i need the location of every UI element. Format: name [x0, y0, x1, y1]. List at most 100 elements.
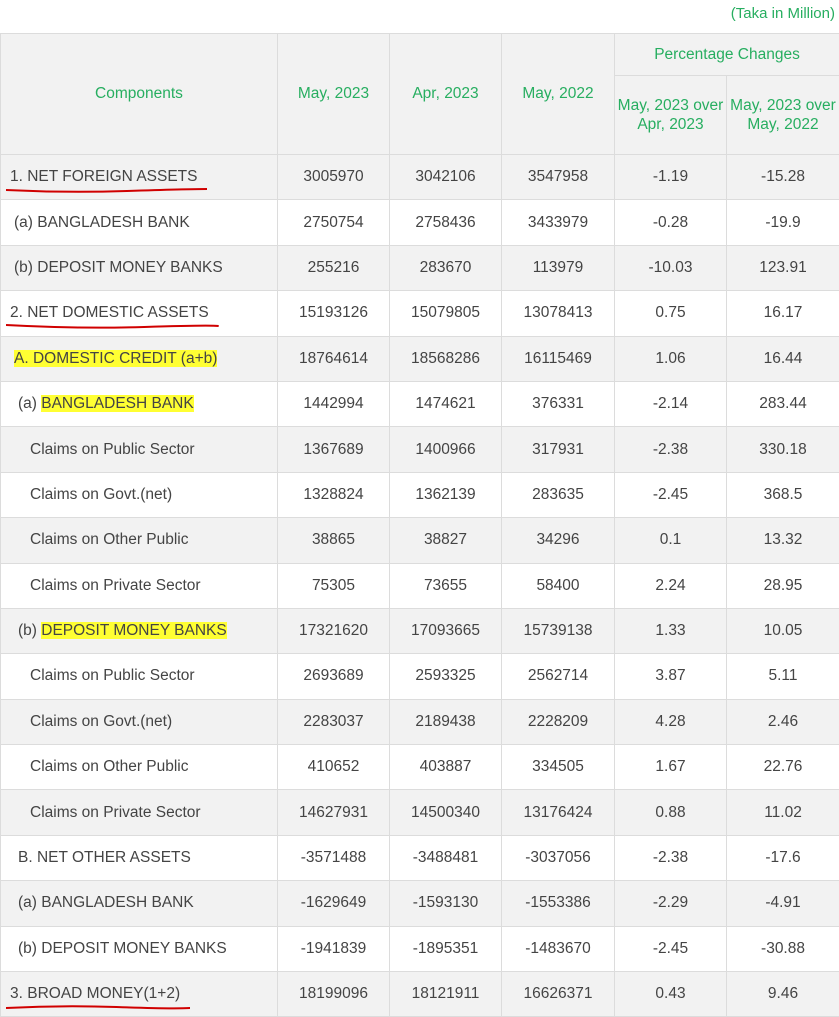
- cell-pct-2: 16.44: [727, 336, 839, 381]
- header-may-2023: May, 2023: [278, 34, 390, 155]
- row-label: Claims on Private Sector: [1, 563, 278, 608]
- cell-pct-1: 0.75: [615, 291, 727, 336]
- row-label: (a) BANGLADESH BANK: [1, 881, 278, 926]
- table-row: Claims on Other Public 38865 38827 34296…: [1, 518, 839, 563]
- cell-apr-2023: 38827: [390, 518, 502, 563]
- cell-apr-2023: 17093665: [390, 608, 502, 653]
- table-row: Claims on Private Sector 14627931 145003…: [1, 790, 839, 835]
- cell-apr-2023: 18568286: [390, 336, 502, 381]
- table-row: Claims on Public Sector 2693689 2593325 …: [1, 654, 839, 699]
- cell-pct-2: 13.32: [727, 518, 839, 563]
- cell-pct-2: 28.95: [727, 563, 839, 608]
- cell-pct-1: 3.87: [615, 654, 727, 699]
- row-label: Claims on Govt.(net): [1, 472, 278, 517]
- cell-may-2022: 376331: [502, 381, 615, 426]
- cell-pct-1: -2.14: [615, 381, 727, 426]
- cell-pct-2: 330.18: [727, 427, 839, 472]
- cell-apr-2023: 1362139: [390, 472, 502, 517]
- cell-may-2023: 14627931: [278, 790, 390, 835]
- cell-may-2022: 2228209: [502, 699, 615, 744]
- row-label: 3. BROAD MONEY(1+2): [1, 972, 278, 1017]
- highlighted-label: A. DOMESTIC CREDIT (a+b): [14, 350, 217, 367]
- table-row: Claims on Public Sector 1367689 1400966 …: [1, 427, 839, 472]
- cell-may-2022: 317931: [502, 427, 615, 472]
- cell-may-2022: 16115469: [502, 336, 615, 381]
- cell-may-2023: -1941839: [278, 926, 390, 971]
- table-row: Claims on Other Public 410652 403887 334…: [1, 745, 839, 790]
- cell-may-2023: 1328824: [278, 472, 390, 517]
- row-label: Claims on Govt.(net): [1, 699, 278, 744]
- table-row: Claims on Private Sector 75305 73655 584…: [1, 563, 839, 608]
- cell-pct-1: -2.45: [615, 926, 727, 971]
- cell-pct-2: -30.88: [727, 926, 839, 971]
- cell-may-2022: -1553386: [502, 881, 615, 926]
- cell-pct-1: -2.38: [615, 835, 727, 880]
- header-may-2022: May, 2022: [502, 34, 615, 155]
- cell-may-2023: 410652: [278, 745, 390, 790]
- cell-may-2022: 34296: [502, 518, 615, 563]
- cell-pct-1: 0.43: [615, 972, 727, 1017]
- cell-pct-1: 0.88: [615, 790, 727, 835]
- table-row: (a) BANGLADESH BANK -1629649 -1593130 -1…: [1, 881, 839, 926]
- table-row: Claims on Govt.(net) 2283037 2189438 222…: [1, 699, 839, 744]
- table-row: A. DOMESTIC CREDIT (a+b) 18764614 185682…: [1, 336, 839, 381]
- cell-may-2022: 113979: [502, 245, 615, 290]
- cell-apr-2023: 2758436: [390, 200, 502, 245]
- table-row: B. NET OTHER ASSETS -3571488 -3488481 -3…: [1, 835, 839, 880]
- table-row: 2. NET DOMESTIC ASSETS 15193126 15079805…: [1, 291, 839, 336]
- cell-pct-2: -4.91: [727, 881, 839, 926]
- cell-may-2022: -1483670: [502, 926, 615, 971]
- row-label: Claims on Other Public: [1, 745, 278, 790]
- header-pct-over-may: May, 2023 over May, 2022: [727, 76, 839, 155]
- header-components: Components: [1, 34, 278, 155]
- cell-may-2023: 75305: [278, 563, 390, 608]
- cell-pct-2: 283.44: [727, 381, 839, 426]
- cell-may-2023: 17321620: [278, 608, 390, 653]
- cell-pct-1: 1.67: [615, 745, 727, 790]
- cell-pct-2: 368.5: [727, 472, 839, 517]
- cell-apr-2023: 1400966: [390, 427, 502, 472]
- row-label: (a) BANGLADESH BANK: [1, 381, 278, 426]
- cell-may-2023: 2693689: [278, 654, 390, 699]
- cell-may-2023: 2750754: [278, 200, 390, 245]
- cell-pct-2: 11.02: [727, 790, 839, 835]
- row-label: (b) DEPOSIT MONEY BANKS: [1, 608, 278, 653]
- table-row: 3. BROAD MONEY(1+2) 18199096 18121911 16…: [1, 972, 839, 1017]
- cell-apr-2023: 1474621: [390, 381, 502, 426]
- cell-may-2022: 2562714: [502, 654, 615, 699]
- cell-may-2023: 15193126: [278, 291, 390, 336]
- cell-may-2023: 38865: [278, 518, 390, 563]
- cell-pct-1: -2.45: [615, 472, 727, 517]
- cell-pct-2: 5.11: [727, 654, 839, 699]
- row-label: Claims on Public Sector: [1, 427, 278, 472]
- row-label: Claims on Public Sector: [1, 654, 278, 699]
- cell-may-2023: -1629649: [278, 881, 390, 926]
- cell-may-2022: 13176424: [502, 790, 615, 835]
- cell-may-2022: -3037056: [502, 835, 615, 880]
- cell-may-2023: 1442994: [278, 381, 390, 426]
- row-label: Claims on Private Sector: [1, 790, 278, 835]
- cell-may-2023: 255216: [278, 245, 390, 290]
- table-row: (b) DEPOSIT MONEY BANKS 255216 283670 11…: [1, 245, 839, 290]
- cell-pct-1: -2.29: [615, 881, 727, 926]
- cell-apr-2023: -3488481: [390, 835, 502, 880]
- unit-note: (Taka in Million): [731, 0, 839, 33]
- cell-pct-2: 10.05: [727, 608, 839, 653]
- monetary-survey-table: Components May, 2023 Apr, 2023 May, 2022…: [0, 33, 839, 1017]
- row-label: (b) DEPOSIT MONEY BANKS: [1, 926, 278, 971]
- row-label: B. NET OTHER ASSETS: [1, 835, 278, 880]
- row-label: A. DOMESTIC CREDIT (a+b): [1, 336, 278, 381]
- table-row: (b) DEPOSIT MONEY BANKS 17321620 1709366…: [1, 608, 839, 653]
- cell-may-2023: 18199096: [278, 972, 390, 1017]
- cell-apr-2023: 403887: [390, 745, 502, 790]
- cell-pct-2: 9.46: [727, 972, 839, 1017]
- row-label: (b) DEPOSIT MONEY BANKS: [1, 245, 278, 290]
- cell-pct-1: -1.19: [615, 155, 727, 200]
- cell-may-2022: 58400: [502, 563, 615, 608]
- cell-pct-1: -10.03: [615, 245, 727, 290]
- header-apr-2023: Apr, 2023: [390, 34, 502, 155]
- cell-apr-2023: 18121911: [390, 972, 502, 1017]
- table-row: Claims on Govt.(net) 1328824 1362139 283…: [1, 472, 839, 517]
- cell-may-2023: 2283037: [278, 699, 390, 744]
- header-percentage-changes: Percentage Changes: [615, 34, 839, 76]
